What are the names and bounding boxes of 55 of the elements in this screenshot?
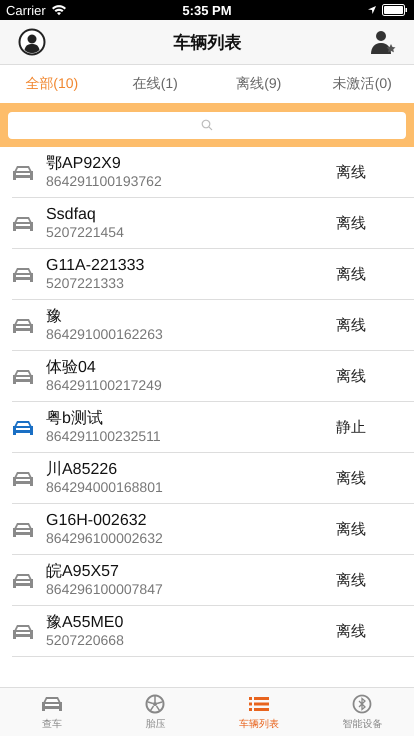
vehicle-row[interactable]: Ssdfaq 5207221454 离线 (12, 198, 414, 249)
vehicle-name: 皖A95X57 (46, 562, 119, 581)
bluetooth-icon (351, 694, 374, 714)
device-id: 864296100002632 (46, 530, 163, 547)
device-id: 5207220668 (46, 632, 124, 649)
tire-icon (144, 694, 166, 714)
vehicle-name: 川A85226 (46, 460, 118, 479)
device-id: 864291100232511 (46, 428, 161, 445)
vehicle-status: 离线 (336, 520, 367, 538)
vehicle-row[interactable]: G16H-002632 864296100002632 离线 (12, 504, 414, 555)
vehicle-status: 离线 (336, 366, 367, 386)
vehicle-name: 豫A55ME0 (46, 613, 124, 632)
vehicle-status: 离线 (336, 264, 367, 284)
vehicle-name: G16H-002632 (46, 511, 147, 530)
vehicle-status: 离线 (336, 468, 367, 488)
device-id: 864291100217249 (46, 377, 162, 394)
page-title: 车辆列表 (174, 32, 242, 54)
vehicle-name: 粤b测试 (46, 409, 103, 428)
device-id: 864294000168801 (46, 479, 163, 496)
vehicle-status: 离线 (336, 316, 367, 334)
person-star-icon[interactable] (369, 28, 397, 56)
device-id: 5207221454 (46, 224, 124, 241)
vehicle-row[interactable]: 豫 864291000162263 离线 (12, 300, 414, 351)
vehicle-row[interactable]: 体验04 864291100217249 离线 (12, 351, 414, 402)
vehicle-row[interactable]: 川A85226 864294000168801 离线 (12, 453, 414, 504)
filter-tab[interactable]: 未激活(0) (310, 71, 414, 97)
device-id: 864296100007847 (46, 581, 163, 598)
clock-text: 5:35 PM (182, 2, 232, 18)
device-id: 864291100193762 (46, 173, 162, 190)
wifi-icon (50, 4, 67, 16)
vehicle-name: 体验04 (46, 358, 96, 377)
filter-tab[interactable]: 离线(9) (207, 71, 310, 97)
vehicle-row[interactable]: G11A-221333 5207221333 离线 (12, 249, 414, 300)
vehicle-name: Ssdfaq (46, 205, 96, 224)
vehicle-status: 离线 (336, 622, 367, 640)
vehicle-status: 离线 (336, 162, 367, 182)
search-field[interactable] (8, 112, 406, 138)
vehicle-name: 鄂AP92X9 (46, 154, 121, 173)
filter-tab[interactable]: 在线(1) (104, 71, 207, 97)
vehicle-status: 静止 (336, 418, 367, 436)
vehicle-row[interactable]: 皖A95X57 864296100007847 离线 (12, 555, 414, 606)
profile-icon[interactable] (18, 28, 46, 56)
vehicle-name: G11A-221333 (46, 256, 144, 275)
carrier-text: Carrier (6, 2, 46, 18)
vehicle-status: 离线 (336, 214, 367, 232)
vehicle-row[interactable]: 鄂AP92X9 864291100193762 离线 (12, 147, 414, 198)
device-id: 5207221333 (46, 275, 124, 292)
vehicle-row[interactable]: 粤b测试 864291100232511 静止 (12, 402, 414, 453)
device-id: 864291000162263 (46, 326, 163, 343)
location-icon (366, 5, 377, 15)
vehicle-status: 离线 (336, 570, 367, 590)
search-icon (201, 119, 213, 131)
battery-icon (382, 4, 408, 16)
vehicle-row[interactable]: 豫A55ME0 5207220668 离线 (12, 606, 414, 657)
vehicle-name: 豫 (46, 307, 62, 326)
